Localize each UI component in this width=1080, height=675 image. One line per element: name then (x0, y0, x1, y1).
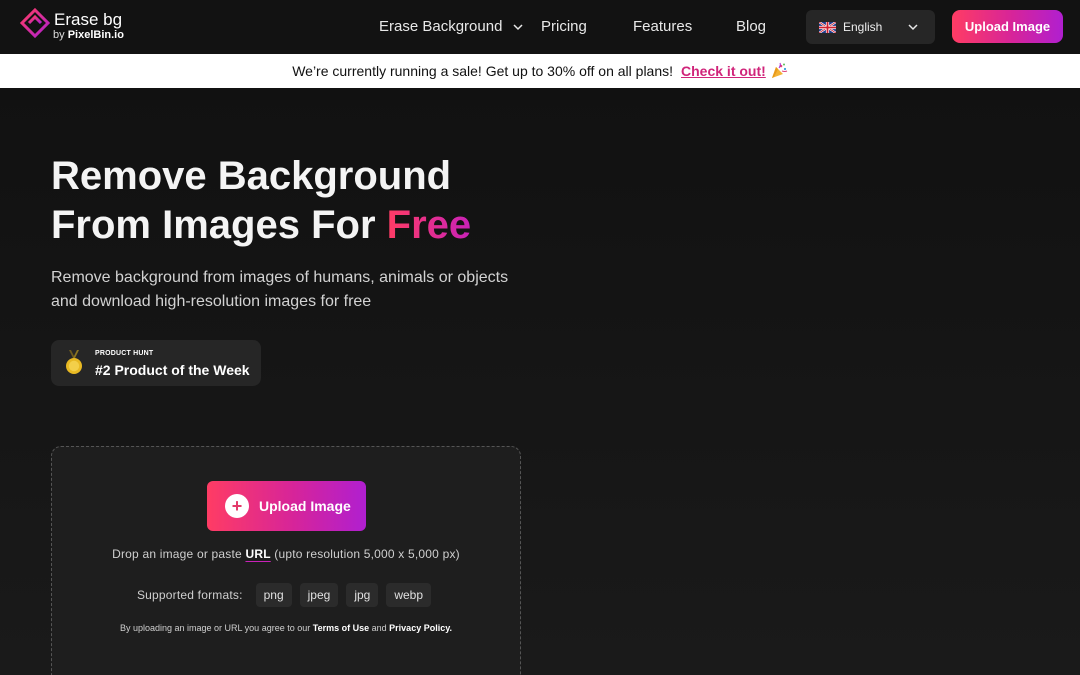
nav-blog[interactable]: Blog (736, 18, 766, 35)
sale-banner: We’re currently running a sale! Get up t… (0, 54, 1080, 88)
terms-notice: By uploading an image or URL you agree t… (119, 623, 453, 633)
format-chip: webp (386, 583, 432, 607)
upload-button-label: Upload Image (259, 498, 351, 514)
nav-erase-background[interactable]: Erase Background (379, 18, 524, 35)
hero-headline: Remove Background From Images For Free (51, 154, 472, 247)
nav-pricing[interactable]: Pricing (541, 18, 587, 35)
language-label: English (843, 20, 883, 34)
brand-logo[interactable]: Erase bg by PixelBin.io (20, 8, 124, 41)
nav-upload-image-button[interactable]: Upload Image (952, 10, 1063, 43)
erasebg-logo-icon (20, 8, 50, 38)
brand-title: Erase bg (54, 10, 123, 29)
upload-image-button[interactable]: + Upload Image (207, 481, 366, 531)
format-chip: jpg (346, 583, 379, 607)
drop-hint: Drop an image or paste URL (upto resolut… (112, 547, 460, 561)
chevron-down-icon (513, 23, 523, 30)
hero-section: Remove Background From Images For Free R… (0, 88, 1080, 675)
supported-formats: Supported formats: png jpeg jpg webp (52, 583, 520, 607)
hero-subtext: Remove background from images of humans,… (51, 269, 509, 310)
sale-text: We’re currently running a sale! Get up t… (292, 63, 674, 79)
language-selector[interactable]: English (806, 10, 935, 44)
headline-accent: Free (386, 203, 472, 247)
upload-dropzone[interactable]: + Upload Image Drop an image or paste UR… (51, 446, 521, 675)
paste-url-link[interactable]: URL (245, 547, 270, 561)
brand-subtitle: by PixelBin.io (53, 29, 124, 41)
sale-link[interactable]: Check it out! (681, 63, 766, 79)
page: Erase bg by PixelBin.io Erase Background… (0, 0, 1080, 675)
badge-title: #2 Product of the Week (95, 362, 250, 378)
terms-of-use-link[interactable]: Terms of Use (313, 623, 369, 633)
top-navbar: Erase bg by PixelBin.io Erase Background… (0, 0, 1080, 54)
uk-flag-icon (819, 21, 836, 33)
privacy-policy-link[interactable]: Privacy Policy. (389, 623, 452, 633)
nav-features[interactable]: Features (633, 18, 692, 35)
medal-icon (66, 350, 82, 374)
party-popper-icon (771, 62, 788, 78)
badge-caption: PRODUCT HUNT (95, 350, 154, 357)
format-chip: jpeg (299, 583, 339, 607)
product-hunt-badge[interactable]: PRODUCT HUNT #2 Product of the Week (51, 340, 261, 386)
chevron-down-icon (908, 24, 918, 31)
format-chip: png (255, 583, 292, 607)
plus-icon: + (225, 494, 249, 518)
